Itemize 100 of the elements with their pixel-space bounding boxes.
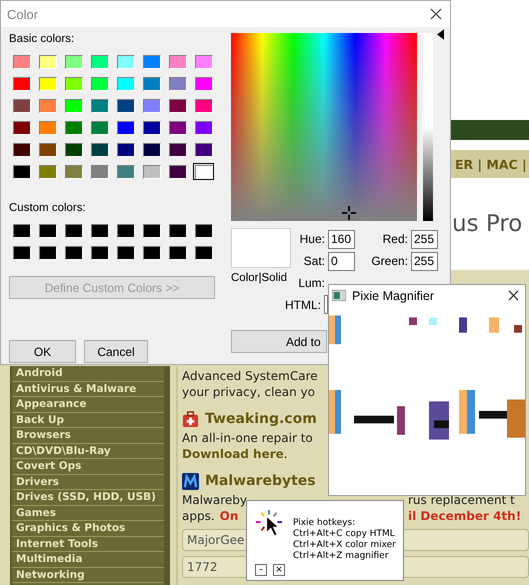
color-swatch[interactable] [167,75,188,92]
color-swatch[interactable] [89,222,110,239]
field-label: Lum: [297,276,325,290]
color-swatch[interactable] [193,119,214,136]
color-swatch[interactable] [37,75,58,92]
color-swatch[interactable] [115,222,136,239]
color-swatch[interactable] [193,141,214,158]
field-label: Red: [382,232,408,246]
category-link[interactable]: Drives (SSD, HDD, USB) [12,490,164,506]
color-swatch[interactable] [11,244,32,261]
color-swatch[interactable] [167,119,188,136]
color-swatch[interactable] [193,222,214,239]
value-field[interactable]: 0 [328,252,355,270]
category-link[interactable]: Back Up [12,412,164,428]
color-swatch[interactable] [141,244,162,261]
category-link[interactable]: Internet Tools [12,536,164,552]
product-title[interactable]: Malwarebytes [205,473,316,489]
color-swatch[interactable] [37,244,58,261]
color-spectrum[interactable] [231,33,417,221]
category-link[interactable]: Graphics & Photos [12,521,164,536]
color-swatch[interactable] [11,222,32,239]
color-swatch[interactable] [193,244,214,261]
color-swatch[interactable] [141,75,162,92]
color-swatch[interactable] [115,244,136,261]
category-link[interactable]: Networking [12,568,164,583]
color-swatch[interactable] [63,222,84,239]
color-swatch[interactable] [115,141,136,158]
color-swatch[interactable] [11,53,32,70]
category-link[interactable]: Games [12,506,164,521]
color-swatch[interactable] [63,141,84,158]
color-swatch[interactable] [37,141,58,158]
color-swatch[interactable] [89,97,110,114]
close-icon[interactable] [430,8,442,20]
color-swatch[interactable] [167,53,188,70]
category-link[interactable]: Multimedia [12,552,164,568]
color-swatch[interactable] [115,75,136,92]
color-swatch[interactable] [141,119,162,136]
color-swatch[interactable] [89,53,110,70]
color-swatch[interactable] [63,119,84,136]
color-swatch[interactable] [193,53,214,70]
color-swatch[interactable] [193,163,214,180]
color-swatch[interactable] [63,53,84,70]
color-swatch[interactable] [141,53,162,70]
color-swatch[interactable] [115,119,136,136]
color-swatch[interactable] [141,163,162,180]
category-link[interactable]: Drivers [12,474,164,490]
color-swatch[interactable] [37,163,58,180]
category-link[interactable]: CD\DVD\Blu-Ray [12,444,164,459]
category-link[interactable]: Appearance [12,397,164,412]
color-swatch[interactable] [89,163,110,180]
color-swatch[interactable] [37,97,58,114]
color-swatch[interactable] [37,119,58,136]
color-swatch[interactable] [115,53,136,70]
color-swatch[interactable] [141,97,162,114]
value-field[interactable]: 160 [328,230,355,248]
color-swatch[interactable] [11,141,32,158]
category-link[interactable]: Browsers [12,428,164,444]
color-swatch[interactable] [63,244,84,261]
color-swatch[interactable] [193,97,214,114]
color-swatch[interactable] [89,119,110,136]
slider-arrow-icon[interactable] [437,29,444,40]
luminance-bar[interactable] [423,33,433,221]
category-link[interactable]: Antivirus & Malware [12,382,164,397]
nav-links[interactable]: ER | MAC | [455,156,527,172]
value-field[interactable]: 255 [411,252,438,270]
value-field[interactable]: 255 [411,230,438,248]
color-swatch[interactable] [89,141,110,158]
color-swatch[interactable] [141,222,162,239]
color-swatch[interactable] [11,75,32,92]
color-swatch[interactable] [37,53,58,70]
crosshair-icon[interactable] [342,206,356,220]
color-swatch[interactable] [37,222,58,239]
color-swatch[interactable] [11,119,32,136]
color-swatch[interactable] [115,97,136,114]
color-swatch[interactable] [141,141,162,158]
product-title[interactable]: Tweaking.com [205,411,317,427]
color-swatch[interactable] [167,97,188,114]
minimize-button[interactable]: – [255,564,267,576]
color-swatch[interactable] [115,163,136,180]
ok-button[interactable]: OK [9,340,76,363]
cancel-button[interactable]: Cancel [84,340,148,363]
color-swatch[interactable] [167,244,188,261]
html-field[interactable] [324,295,328,314]
color-swatch[interactable] [167,163,188,180]
close-icon[interactable] [508,290,519,302]
close-button[interactable]: × [273,564,285,576]
color-swatch[interactable] [89,244,110,261]
color-swatch[interactable] [11,163,32,180]
color-swatch[interactable] [193,75,214,92]
category-link[interactable]: Android [12,366,164,382]
color-swatch[interactable] [63,163,84,180]
color-swatch[interactable] [63,97,84,114]
color-swatch[interactable] [167,222,188,239]
color-swatch[interactable] [63,75,84,92]
color-swatch[interactable] [11,97,32,114]
color-swatch[interactable] [89,75,110,92]
download-link[interactable]: Download here [182,447,284,461]
add-custom-button[interactable]: Add to [231,330,327,353]
category-link[interactable]: Covert Ops [12,459,164,474]
color-swatch[interactable] [167,141,188,158]
